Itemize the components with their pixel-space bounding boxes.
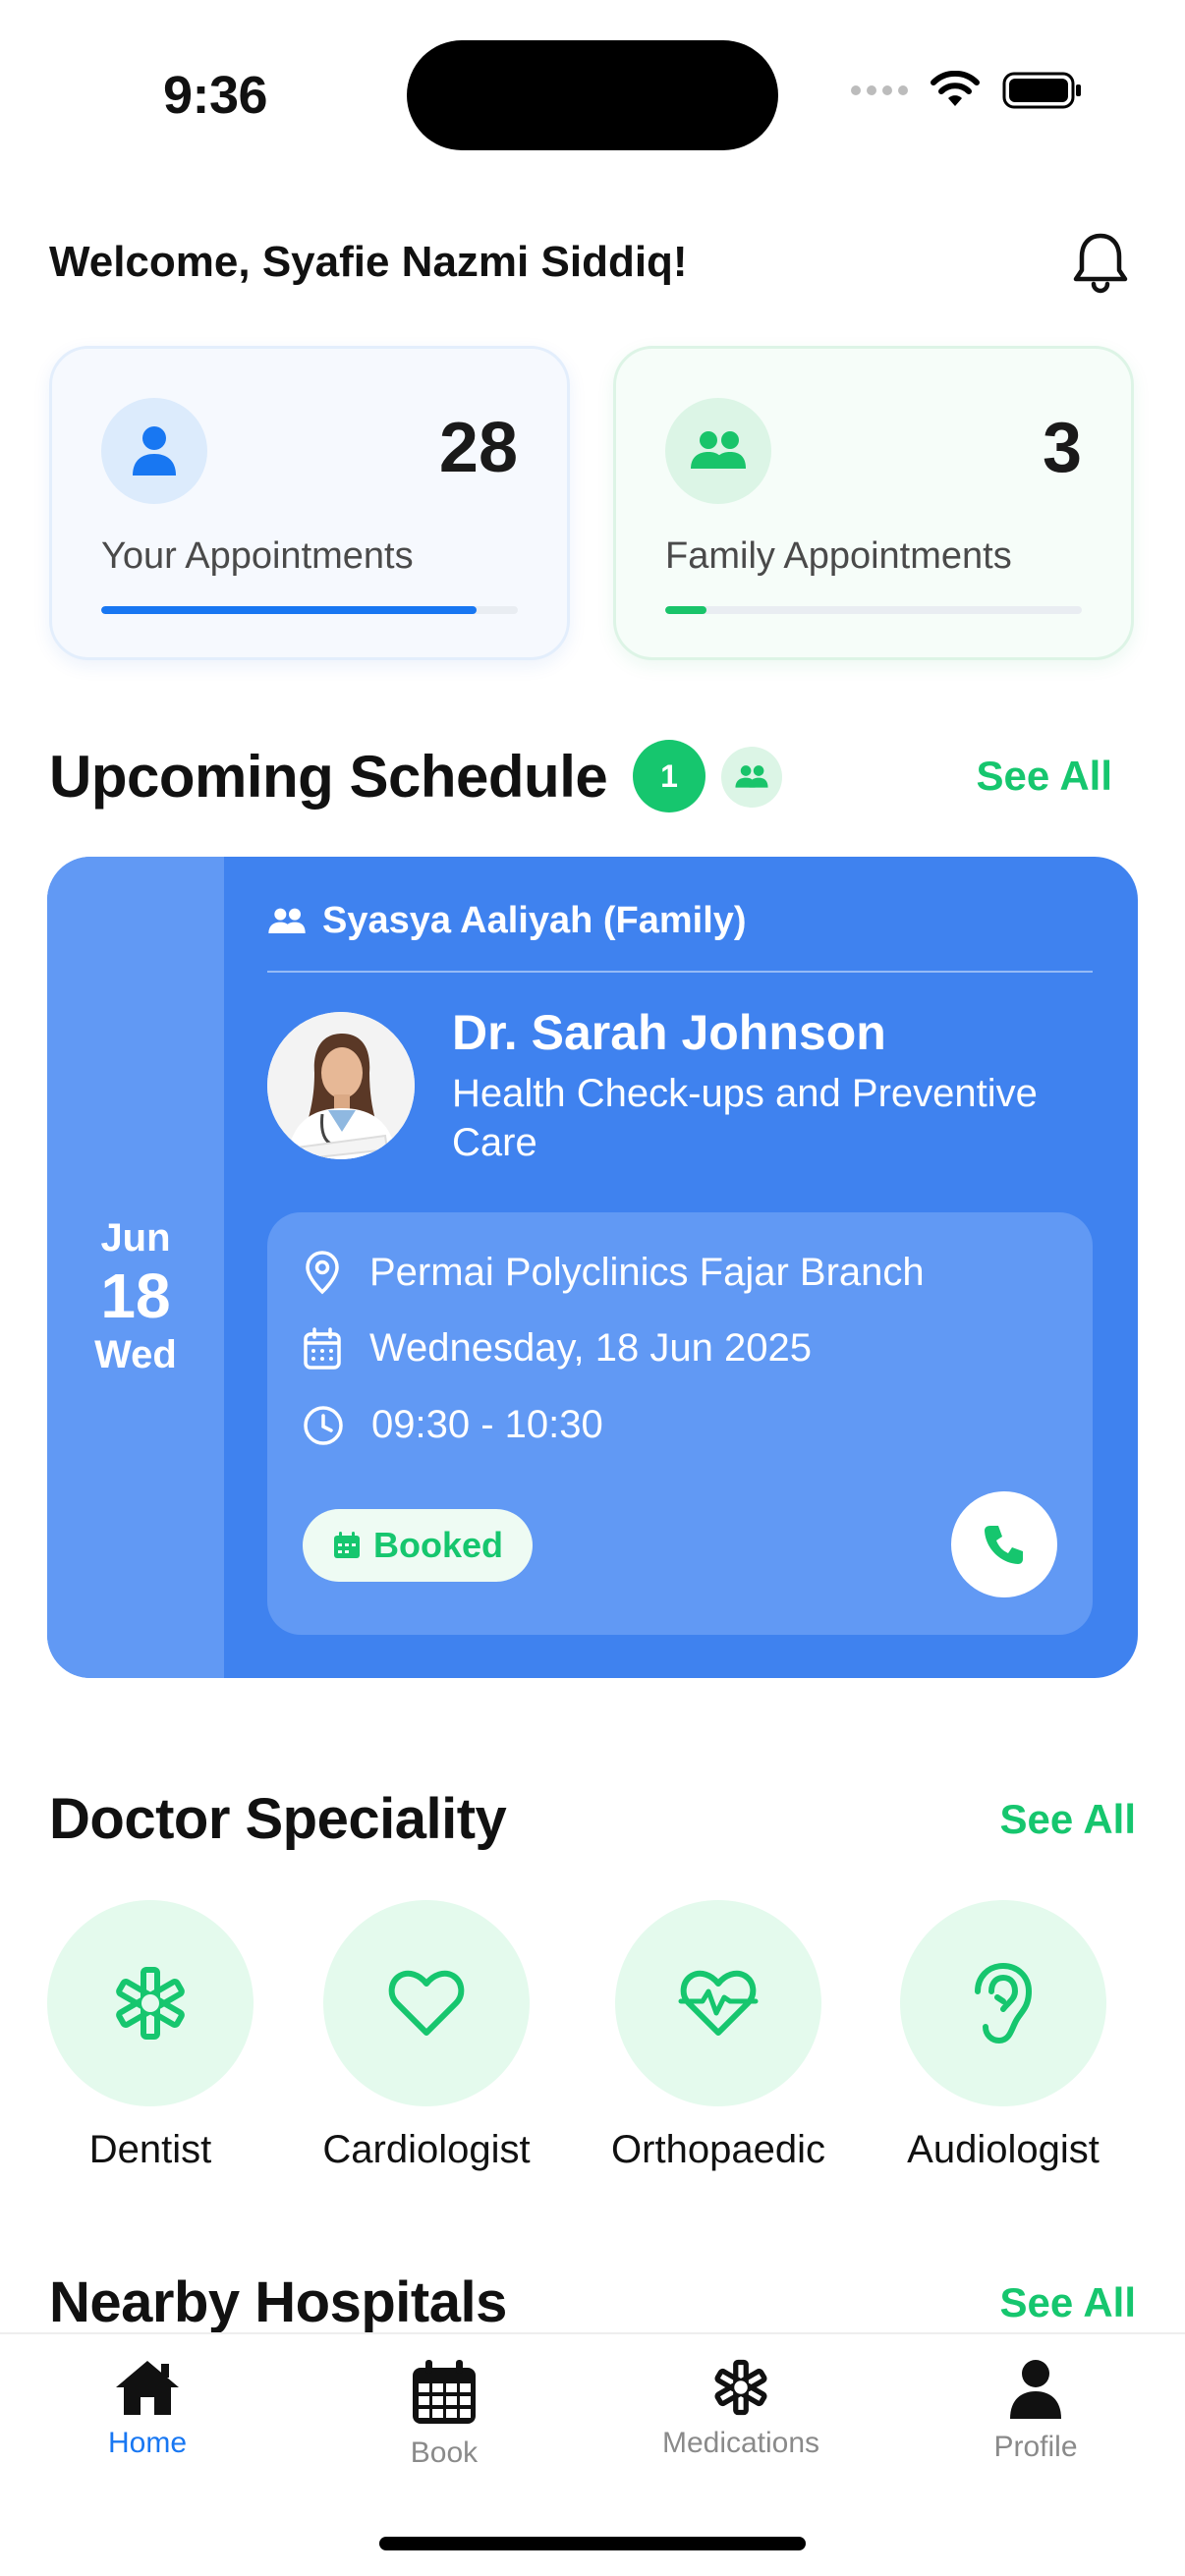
family-appointments-label: Family Appointments <box>665 535 1012 577</box>
location-row: Permai Polyclinics Fajar Branch <box>303 1250 925 1295</box>
heart-pulse-icon <box>678 1970 759 2036</box>
home-indicator <box>379 2537 806 2550</box>
person-icon <box>101 398 207 504</box>
speciality-label: Orthopaedic <box>611 2128 825 2171</box>
appointment-card[interactable]: Jun 18 Wed Syasya Aaliyah (Family) Dr. S… <box>47 857 1138 1678</box>
location-pin-icon <box>306 1251 339 1295</box>
calendar-check-icon <box>334 1532 360 1558</box>
upcoming-schedule-title: Upcoming Schedule <box>49 744 608 810</box>
calendar-icon <box>304 1326 341 1370</box>
phone-icon <box>985 1526 1023 1564</box>
doctor-specialty: Health Check-ups and Preventive Care <box>452 1072 1038 1164</box>
heart-icon <box>388 1970 465 2036</box>
family-icon <box>268 908 306 933</box>
home-icon <box>116 2361 179 2415</box>
bell-icon <box>1073 233 1128 294</box>
tab-label: Profile <box>993 2431 1078 2463</box>
notifications-button[interactable] <box>1065 228 1136 299</box>
appointment-weekday: Wed <box>94 1332 177 1376</box>
family-appointments-card[interactable]: 3 Family Appointments <box>613 346 1134 660</box>
speciality-label: Audiologist <box>907 2128 1100 2171</box>
call-button[interactable] <box>951 1491 1057 1597</box>
speciality-label: Dentist <box>88 2128 212 2171</box>
status-badge: Booked <box>303 1509 534 1582</box>
tab-home[interactable]: Home <box>39 2358 255 2460</box>
tab-medications[interactable]: Medications <box>633 2358 849 2460</box>
speciality-cardiologist[interactable]: Cardiologist <box>322 1900 531 2172</box>
your-appointments-card[interactable]: 28 Your Appointments <box>49 346 570 660</box>
appointment-date-column: Jun 18 Wed <box>47 857 224 1678</box>
your-appointments-count: 28 <box>438 409 518 487</box>
location-text: Permai Polyclinics Fajar Branch <box>369 1250 925 1294</box>
family-appointments-count: 3 <box>1042 409 1082 487</box>
calendar-icon <box>413 2360 476 2424</box>
appointment-details: Permai Polyclinics Fajar Branch Wednesda… <box>267 1212 1093 1635</box>
tab-label: Book <box>410 2436 479 2469</box>
clock-icon <box>304 1405 343 1445</box>
battery-icon <box>1002 72 1081 109</box>
date-text: Wednesday, 18 Jun 2025 <box>369 1326 812 1370</box>
speciality-label: Cardiologist <box>322 2128 531 2171</box>
tab-label: Home <box>107 2427 188 2459</box>
divider <box>267 971 1093 973</box>
family-filter-icon[interactable] <box>721 747 782 808</box>
date-row: Wednesday, 18 Jun 2025 <box>303 1326 812 1371</box>
speciality-dentist[interactable]: Dentist <box>47 1900 254 2172</box>
wifi-icon <box>931 71 980 106</box>
nearby-see-all-link[interactable]: See All <box>999 2279 1136 2326</box>
family-icon <box>665 398 771 504</box>
status-time: 9:36 <box>163 66 268 125</box>
tab-label: Medications <box>661 2427 820 2459</box>
your-appointments-label: Your Appointments <box>101 535 414 577</box>
welcome-heading: Welcome, Syafie Nazmi Siddiq! <box>49 238 688 286</box>
ear-icon <box>975 1962 1033 2044</box>
dynamic-island <box>407 40 778 150</box>
status-indicators <box>851 71 1083 110</box>
appointment-month: Jun <box>100 1216 171 1260</box>
speciality-orthopaedic[interactable]: Orthopaedic <box>611 1900 825 2172</box>
person-icon <box>1010 2360 1061 2419</box>
doctor-avatar <box>267 1012 415 1159</box>
upcoming-see-all-link[interactable]: See All <box>976 753 1112 800</box>
family-appointments-progress <box>665 606 1082 614</box>
status-text: Booked <box>373 1525 504 1565</box>
nearby-hospitals-title: Nearby Hospitals <box>49 2270 507 2334</box>
speciality-audiologist[interactable]: Audiologist <box>900 1900 1106 2172</box>
upcoming-count-badge: 1 <box>633 740 705 812</box>
medical-asterisk-icon <box>116 1967 185 2040</box>
doctor-speciality-title: Doctor Speciality <box>49 1787 507 1851</box>
your-appointments-progress <box>101 606 518 614</box>
tab-profile[interactable]: Profile <box>928 2358 1144 2464</box>
patient-name: Syasya Aaliyah (Family) <box>322 900 747 941</box>
tab-book[interactable]: Book <box>336 2358 552 2470</box>
medical-asterisk-icon <box>714 2359 767 2416</box>
speciality-see-all-link[interactable]: See All <box>999 1796 1136 1843</box>
doctor-name: Dr. Sarah Johnson <box>452 1005 886 1060</box>
time-row: 09:30 - 10:30 <box>303 1403 603 1447</box>
appointment-day: 18 <box>100 1260 171 1332</box>
time-text: 09:30 - 10:30 <box>371 1403 603 1446</box>
patient-row: Syasya Aaliyah (Family) <box>267 900 747 942</box>
cellular-signal-icon <box>851 85 908 95</box>
